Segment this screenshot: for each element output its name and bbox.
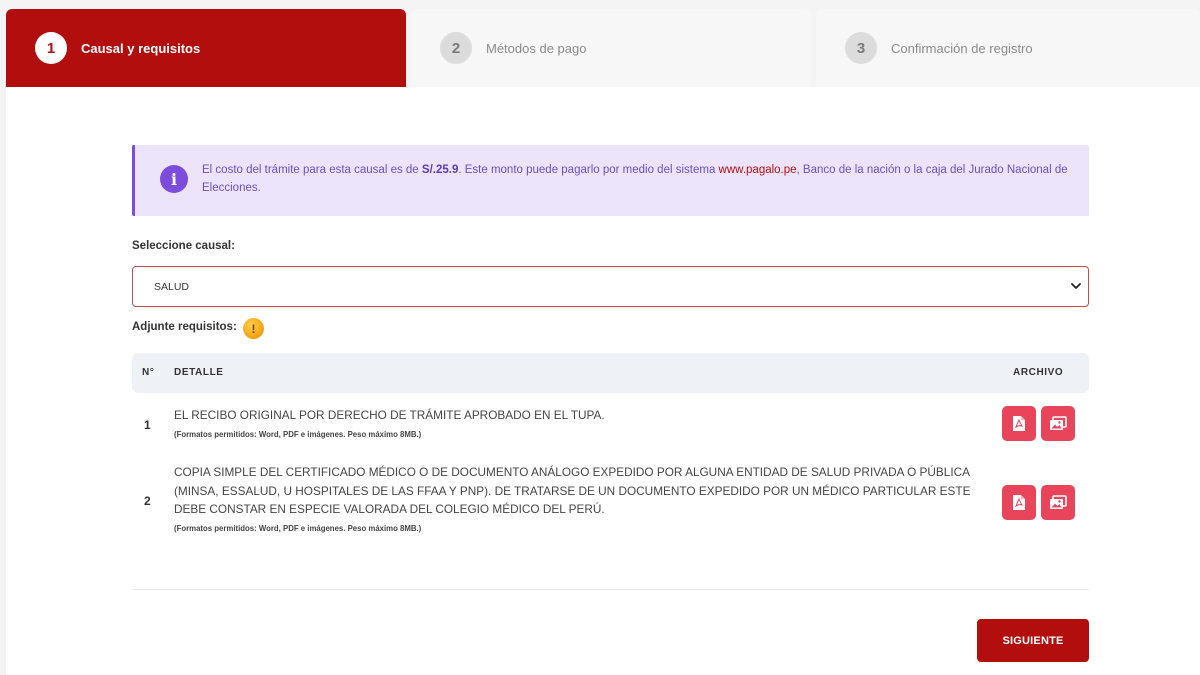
pdf-file-icon bbox=[1013, 416, 1025, 431]
stepper: 1 Causal y requisitos 2 Métodos de pago … bbox=[6, 9, 1200, 87]
step-label: Causal y requisitos bbox=[81, 40, 201, 56]
causal-select[interactable]: SALUD bbox=[132, 266, 1089, 307]
step-label: Confirmación de registro bbox=[891, 40, 1033, 56]
pdf-file-icon bbox=[1013, 495, 1025, 510]
step-confirmacion-registro[interactable]: 3 Confirmación de registro bbox=[816, 9, 1200, 87]
causal-label: Seleccione causal: bbox=[132, 240, 235, 252]
row-number: 1 bbox=[144, 418, 151, 432]
alert-text: El costo del trámite para esta causal es… bbox=[202, 162, 1072, 197]
step-number: 2 bbox=[440, 32, 472, 64]
column-header-file: ARCHIVO bbox=[1013, 367, 1064, 378]
step-label: Métodos de pago bbox=[486, 40, 587, 56]
row-number: 2 bbox=[144, 494, 151, 508]
row-detail: EL RECIBO ORIGINAL POR DERECHO DE TRÁMIT… bbox=[174, 408, 605, 422]
divider bbox=[132, 589, 1089, 590]
images-icon bbox=[1050, 495, 1067, 509]
table-row: 1 EL RECIBO ORIGINAL POR DERECHO DE TRÁM… bbox=[132, 403, 1089, 459]
info-icon: i bbox=[160, 165, 188, 193]
upload-image-button[interactable] bbox=[1041, 485, 1075, 520]
images-icon bbox=[1050, 416, 1067, 430]
row-formats-note: (Formatos permitidos: Word, PDF e imágen… bbox=[174, 430, 422, 439]
upload-pdf-button[interactable] bbox=[1002, 406, 1036, 441]
cost-amount: S/.25.9 bbox=[421, 164, 459, 176]
step-metodos-pago[interactable]: 2 Métodos de pago bbox=[411, 9, 811, 87]
alert-text-mid: . Este monto puede pagarlo por medio del… bbox=[458, 164, 719, 176]
column-header-detail: DETALLE bbox=[174, 367, 224, 378]
warning-icon[interactable]: ! bbox=[243, 318, 264, 339]
form-card: i El costo del trámite para esta causal … bbox=[6, 87, 1200, 675]
column-header-number: N° bbox=[142, 367, 155, 378]
alert-text-start: El costo del trámite para esta causal es… bbox=[202, 164, 422, 176]
requirements-table-header: N° DETALLE ARCHIVO bbox=[132, 353, 1089, 393]
causal-selected-value: SALUD bbox=[154, 280, 190, 293]
next-button[interactable]: SIGUIENTE bbox=[977, 619, 1089, 662]
cost-info-alert: i El costo del trámite para esta causal … bbox=[132, 145, 1089, 216]
upload-pdf-button[interactable] bbox=[1002, 485, 1036, 520]
step-number: 3 bbox=[845, 32, 877, 64]
step-causal-requisitos[interactable]: 1 Causal y requisitos bbox=[6, 9, 406, 87]
table-row: 2 COPIA SIMPLE DEL CERTIFICADO MÉDICO O … bbox=[132, 463, 1089, 543]
step-number: 1 bbox=[35, 32, 67, 64]
pagalo-link[interactable]: www.pagalo.pe bbox=[719, 164, 797, 176]
upload-image-button[interactable] bbox=[1041, 406, 1075, 441]
row-detail: COPIA SIMPLE DEL CERTIFICADO MÉDICO O DE… bbox=[174, 465, 971, 516]
chevron-down-icon bbox=[1071, 283, 1081, 289]
requirements-label: Adjunte requisitos: bbox=[132, 321, 237, 333]
row-formats-note: (Formatos permitidos: Word, PDF e imágen… bbox=[174, 524, 422, 533]
